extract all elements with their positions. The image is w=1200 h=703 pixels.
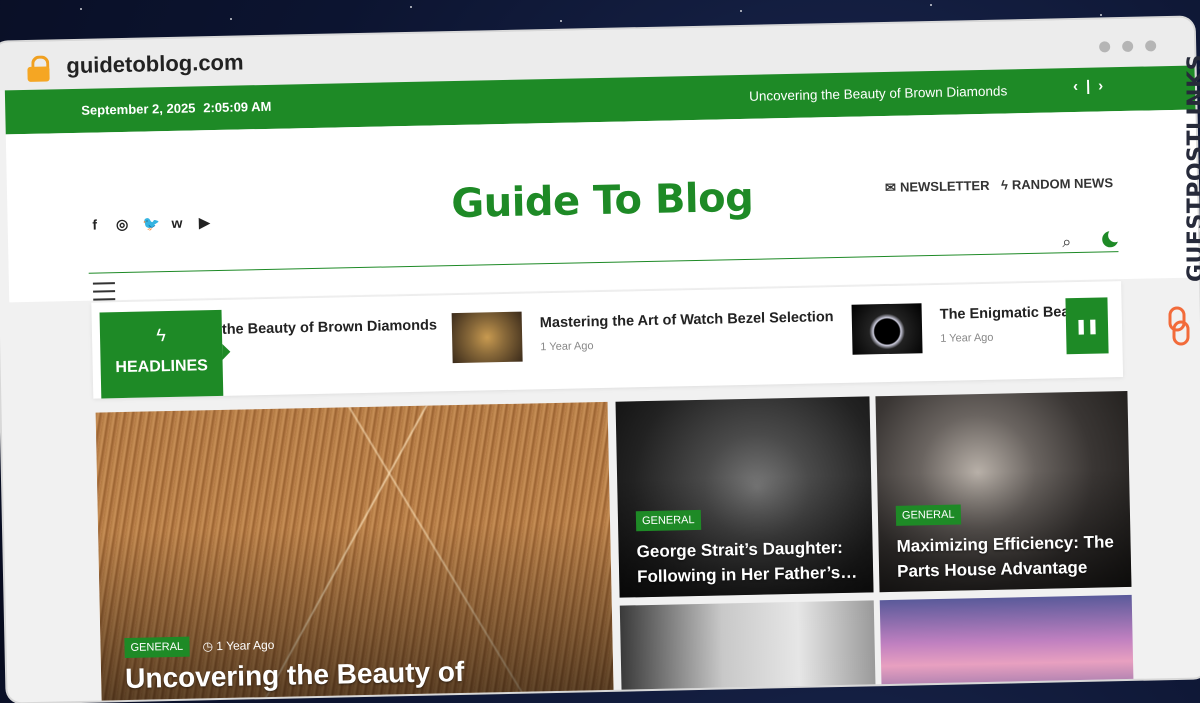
site-title[interactable]: Guide To Blog bbox=[7, 165, 1198, 236]
post-card[interactable] bbox=[879, 594, 1134, 703]
current-time: 2:05:09 AM bbox=[203, 98, 272, 116]
bolt-icon: ϟ bbox=[1000, 177, 1009, 193]
search-icon[interactable]: ⌕ bbox=[1062, 234, 1071, 252]
headline-title[interactable]: Mastering the Art of Watch Bezel Selecti… bbox=[540, 309, 834, 331]
headlines-label: HEADLINES bbox=[115, 357, 209, 377]
address-bar[interactable]: guidetoblog.com bbox=[66, 49, 244, 79]
newsletter-link[interactable]: ✉ NEWSLETTER bbox=[885, 178, 990, 196]
post-title[interactable]: Maximizing Efficiency: The Parts House A… bbox=[896, 529, 1117, 584]
bolt-icon: ϟ bbox=[156, 325, 166, 346]
clock-icon: ◷ bbox=[202, 639, 217, 654]
headline-time: 1 Year Ago bbox=[940, 331, 994, 345]
headline-title[interactable]: the Beauty of Brown Diamonds bbox=[222, 317, 437, 338]
post-card[interactable]: GENERAL Maximizing Efficiency: The Parts… bbox=[875, 390, 1132, 593]
ticker-prev-button[interactable]: ‹ bbox=[1073, 78, 1078, 95]
post-title[interactable]: George Strait’s Daughter: Following in H… bbox=[636, 535, 862, 590]
watermark-text: GUESTPOSTLINKS bbox=[1184, 54, 1200, 282]
lock-icon bbox=[26, 55, 53, 82]
site-header: f ◎ 🐦 w ▶ Guide To Blog ✉ NEWSLETTER ϟ RAN… bbox=[5, 109, 1200, 303]
headline-title[interactable]: The Enigmatic Beau bbox=[940, 304, 1079, 323]
browser-window: guidetoblog.com September 2, 2025 2:05:0… bbox=[0, 17, 1200, 703]
guestpostlinks-watermark: GUESTPOSTLINKS bbox=[1158, 54, 1200, 354]
headline-thumbnail[interactable] bbox=[451, 311, 523, 364]
ticker-next-button[interactable]: › bbox=[1098, 77, 1103, 94]
newsletter-label: NEWSLETTER bbox=[899, 177, 990, 195]
category-badge[interactable]: GENERAL bbox=[895, 504, 961, 526]
envelope-icon: ✉ bbox=[884, 179, 897, 195]
ticker-separator: | bbox=[1085, 77, 1091, 95]
random-news-link[interactable]: ϟ RANDOM NEWS bbox=[1001, 175, 1113, 192]
pause-button[interactable]: ❚❚ bbox=[1065, 297, 1109, 355]
window-controls bbox=[1087, 38, 1157, 57]
window-dot-icon[interactable] bbox=[1099, 41, 1111, 53]
headlines-badge: ϟ HEADLINES bbox=[99, 309, 224, 399]
headline-thumbnail[interactable] bbox=[851, 303, 923, 355]
ticker-controls: ‹ | › bbox=[1069, 77, 1108, 95]
link-logo-icon bbox=[1168, 306, 1190, 346]
post-card[interactable] bbox=[619, 600, 877, 703]
random-news-label: RANDOM NEWS bbox=[1011, 175, 1114, 193]
header-divider bbox=[88, 251, 1119, 274]
window-dot-icon[interactable] bbox=[1145, 40, 1157, 52]
post-card[interactable]: GENERAL George Strait’s Daughter: Follow… bbox=[615, 396, 874, 598]
post-time: ◷ 1 Year Ago bbox=[202, 637, 275, 654]
dark-mode-toggle-icon[interactable] bbox=[1102, 231, 1119, 248]
category-badge[interactable]: GENERAL bbox=[124, 636, 190, 659]
featured-card[interactable]: GENERAL ◷ 1 Year Ago Uncovering the Beau… bbox=[95, 401, 614, 703]
category-badge[interactable]: GENERAL bbox=[635, 509, 701, 532]
window-dot-icon[interactable] bbox=[1122, 40, 1134, 53]
news-ticker[interactable]: Uncovering the Beauty of Brown Diamonds bbox=[749, 83, 1007, 103]
headline-time: 1 Year Ago bbox=[540, 340, 594, 354]
headlines-bar: ϟ HEADLINES the Beauty of Brown Diamonds… bbox=[91, 281, 1124, 399]
current-date: September 2, 2025 bbox=[81, 100, 196, 118]
